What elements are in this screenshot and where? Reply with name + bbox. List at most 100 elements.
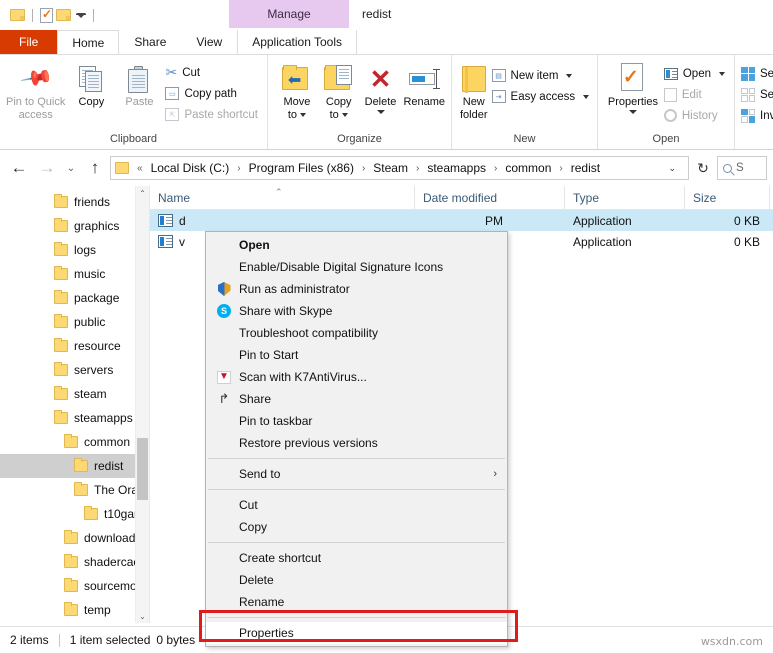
copy-to-button[interactable]: Copy to bbox=[318, 59, 360, 124]
forward-arrow-icon[interactable]: → bbox=[34, 156, 60, 180]
tree-item[interactable]: steam bbox=[0, 382, 149, 406]
breadcrumb-item[interactable]: Program Files (x86) bbox=[247, 161, 356, 175]
history-button[interactable]: History bbox=[662, 105, 730, 126]
new-item-button[interactable]: ▤ New item bbox=[490, 65, 595, 86]
move-to-button[interactable]: ⬅ Move to bbox=[276, 59, 318, 124]
up-arrow-icon[interactable]: ↑ bbox=[82, 156, 108, 180]
tree-item[interactable] bbox=[0, 622, 149, 623]
breadcrumb-item[interactable]: common bbox=[503, 161, 553, 175]
breadcrumb-separator[interactable]: › bbox=[491, 163, 500, 174]
open-small-commands: Open Edit History bbox=[662, 59, 730, 126]
tree-item[interactable]: steamapps bbox=[0, 406, 149, 430]
column-header-date-modified[interactable]: Date modified bbox=[415, 186, 565, 209]
menu-item-troubleshoot-compatibility[interactable]: Troubleshoot compatibility bbox=[206, 322, 507, 344]
shield-icon bbox=[214, 282, 234, 296]
paste-shortcut-button[interactable]: ⇱ Paste shortcut bbox=[163, 104, 263, 125]
scroll-up-icon[interactable]: ⌃ bbox=[136, 186, 149, 200]
copy-button[interactable]: Copy bbox=[67, 59, 115, 112]
search-box[interactable]: S bbox=[717, 156, 767, 180]
tree-item[interactable]: resource bbox=[0, 334, 149, 358]
tree-item[interactable]: t10gam bbox=[0, 502, 149, 526]
tab-home[interactable]: Home bbox=[57, 30, 120, 54]
customize-dropdown-icon[interactable] bbox=[76, 12, 86, 18]
menu-item-copy[interactable]: Copy bbox=[206, 516, 507, 538]
menu-item-rename[interactable]: Rename bbox=[206, 591, 507, 613]
tree-item[interactable]: package bbox=[0, 286, 149, 310]
cut-button[interactable]: ✂ Cut bbox=[163, 62, 263, 83]
select-none-button[interactable]: Sel bbox=[739, 84, 773, 105]
tab-view[interactable]: View bbox=[181, 30, 237, 54]
breadcrumb-item[interactable]: Steam bbox=[371, 161, 410, 175]
menu-item-create-shortcut[interactable]: Create shortcut bbox=[206, 547, 507, 569]
properties-button[interactable]: ✓ Properties bbox=[604, 59, 662, 117]
folder-icon[interactable] bbox=[10, 9, 25, 21]
tree-item[interactable]: temp bbox=[0, 598, 149, 622]
breadcrumb-item[interactable]: Local Disk (C:) bbox=[149, 161, 232, 175]
copy-path-icon: ▭ bbox=[165, 87, 180, 100]
breadcrumb-separator[interactable]: › bbox=[413, 163, 422, 174]
folder-icon bbox=[54, 290, 68, 304]
table-row[interactable]: d PM Application 0 KB bbox=[150, 210, 773, 231]
menu-item-share[interactable]: ↱ Share bbox=[206, 388, 507, 410]
column-header-type[interactable]: Type bbox=[565, 186, 685, 209]
menu-item-cut[interactable]: Cut bbox=[206, 494, 507, 516]
breadcrumb-separator[interactable]: › bbox=[234, 163, 243, 174]
refresh-icon[interactable]: ↻ bbox=[691, 160, 715, 177]
select-all-button[interactable]: Sel bbox=[739, 63, 773, 84]
scrollbar-thumb[interactable] bbox=[137, 438, 148, 500]
back-arrow-icon[interactable]: ← bbox=[6, 156, 32, 180]
rename-button[interactable]: Rename bbox=[401, 59, 447, 112]
tab-application-tools[interactable]: Application Tools bbox=[237, 30, 358, 54]
invert-selection-button[interactable]: Inv bbox=[739, 105, 773, 126]
menu-item-enable-disable-digital-signature-icons[interactable]: Enable/Disable Digital Signature Icons bbox=[206, 256, 507, 278]
tab-file[interactable]: File bbox=[0, 30, 58, 54]
menu-item-share-with-skype[interactable]: S Share with Skype bbox=[206, 300, 507, 322]
tree-item[interactable]: friends bbox=[0, 190, 149, 214]
column-label: Size bbox=[693, 190, 717, 205]
tree-item[interactable]: graphics bbox=[0, 214, 149, 238]
new-folder-icon[interactable] bbox=[56, 9, 71, 21]
copy-path-button[interactable]: ▭ Copy path bbox=[163, 83, 263, 104]
breadcrumb-overflow[interactable]: « bbox=[134, 163, 146, 174]
navigation-scrollbar[interactable]: ⌃ ⌄ bbox=[135, 186, 149, 623]
tree-item[interactable]: servers bbox=[0, 358, 149, 382]
open-button[interactable]: Open bbox=[662, 63, 730, 84]
tree-item[interactable]: common bbox=[0, 430, 149, 454]
chevron-down-icon[interactable]: ⌄ bbox=[660, 163, 684, 174]
address-field[interactable]: « Local Disk (C:) › Program Files (x86) … bbox=[110, 156, 689, 180]
tree-item[interactable]: download bbox=[0, 526, 149, 550]
menu-item-pin-to-taskbar[interactable]: Pin to taskbar bbox=[206, 410, 507, 432]
paste-button[interactable]: Paste bbox=[115, 59, 163, 112]
new-folder-button[interactable]: New folder bbox=[458, 59, 490, 124]
recent-locations-icon[interactable]: ⌄ bbox=[62, 156, 80, 180]
tab-share[interactable]: Share bbox=[119, 30, 181, 54]
menu-item-send-to[interactable]: Send to › bbox=[206, 463, 507, 485]
breadcrumb-separator[interactable]: › bbox=[556, 163, 565, 174]
menu-item-properties[interactable]: Properties bbox=[206, 622, 507, 644]
delete-button[interactable]: ✕ Delete bbox=[360, 59, 402, 117]
menu-item-restore-previous-versions[interactable]: Restore previous versions bbox=[206, 432, 507, 454]
tree-item[interactable]: sourcemo bbox=[0, 574, 149, 598]
tree-item[interactable]: shadercac bbox=[0, 550, 149, 574]
breadcrumb-item[interactable]: redist bbox=[569, 161, 602, 175]
pin-to-quick-access-button[interactable]: 📌 Pin to Quick access bbox=[4, 59, 67, 124]
menu-item-pin-to-start[interactable]: Pin to Start bbox=[206, 344, 507, 366]
menu-item-scan-with-k7antivirus[interactable]: ▼ Scan with K7AntiVirus... bbox=[206, 366, 507, 388]
tree-item[interactable]: public bbox=[0, 310, 149, 334]
tree-item[interactable]: logs bbox=[0, 238, 149, 262]
breadcrumb-separator[interactable]: › bbox=[359, 163, 368, 174]
tree-item[interactable]: The Orac bbox=[0, 478, 149, 502]
easy-access-button[interactable]: ⇥ Easy access bbox=[490, 86, 595, 107]
scroll-down-icon[interactable]: ⌄ bbox=[136, 609, 149, 623]
tree-item[interactable]: music bbox=[0, 262, 149, 286]
menu-item-open[interactable]: Open bbox=[206, 234, 507, 256]
breadcrumb-item[interactable]: steamapps bbox=[425, 161, 488, 175]
edit-button[interactable]: Edit bbox=[662, 84, 730, 105]
menu-item-run-as-administrator[interactable]: Run as administrator bbox=[206, 278, 507, 300]
chevron-down-icon bbox=[376, 109, 385, 114]
properties-icon[interactable] bbox=[40, 7, 53, 23]
paste-icon bbox=[128, 62, 150, 96]
menu-item-delete[interactable]: Delete bbox=[206, 569, 507, 591]
column-header-size[interactable]: Size bbox=[685, 186, 770, 209]
tree-item-redist[interactable]: redist bbox=[0, 454, 149, 478]
